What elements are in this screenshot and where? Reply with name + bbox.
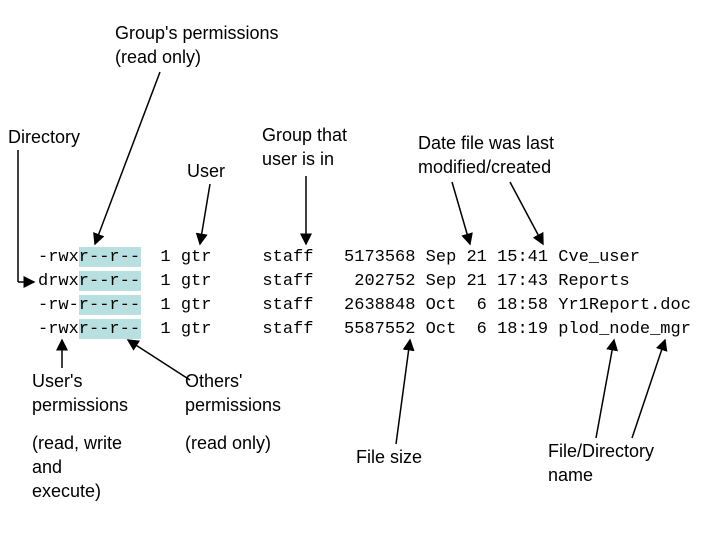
label-fdname-1: File/Directory: [548, 440, 654, 463]
label-directory: Directory: [8, 126, 80, 149]
ls-listing: -rwxr--r-- 1 gtr staff 5173568 Sep 21 15…: [38, 246, 691, 342]
label-group-user-2: user is in: [262, 148, 334, 171]
label-fdname-2: name: [548, 464, 593, 487]
label-user-perm-2: permissions: [32, 394, 128, 417]
label-user-perm-1: User's: [32, 370, 82, 393]
label-others-3: (read only): [185, 432, 271, 455]
label-user-perm-5: execute): [32, 480, 101, 503]
label-others-1: Others': [185, 370, 242, 393]
label-filesize: File size: [356, 446, 422, 469]
label-group-perm-1: Group's permissions: [115, 22, 279, 45]
label-date-2: modified/created: [418, 156, 551, 179]
label-user-perm-4: and: [32, 456, 62, 479]
label-user: User: [187, 160, 225, 183]
label-user-perm-3: (read, write: [32, 432, 122, 455]
label-group-user-1: Group that: [262, 124, 347, 147]
label-group-perm-2: (read only): [115, 46, 201, 69]
label-date-1: Date file was last: [418, 132, 554, 155]
label-others-2: permissions: [185, 394, 281, 417]
